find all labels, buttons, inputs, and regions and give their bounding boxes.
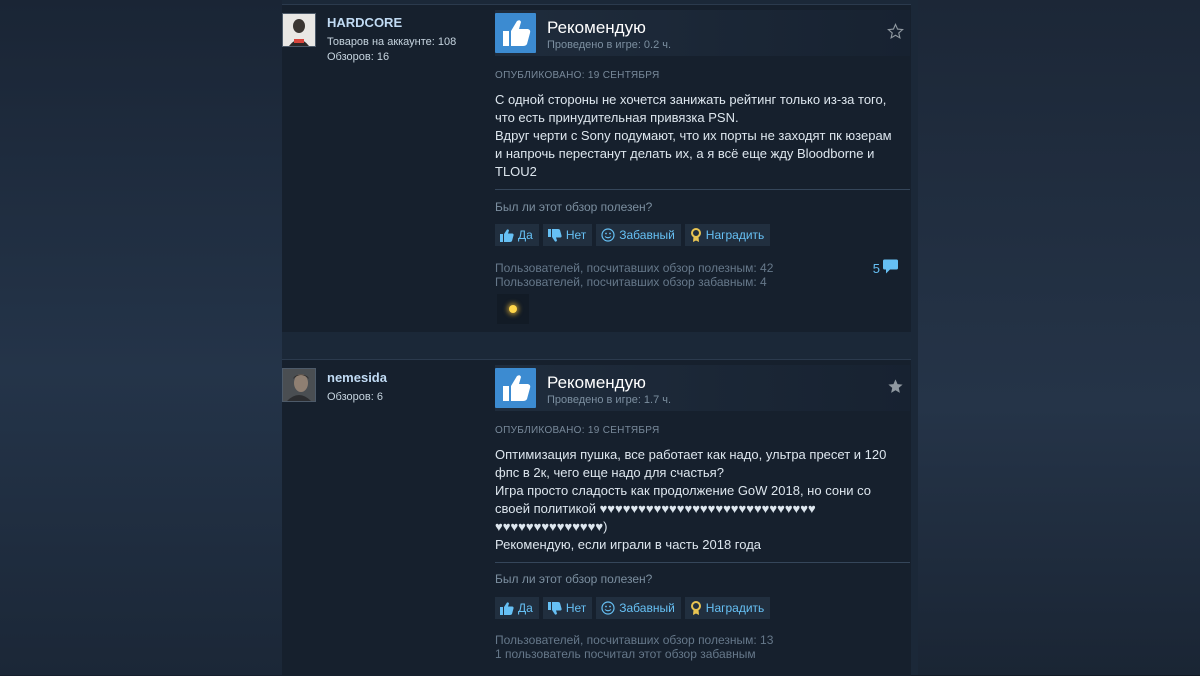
avatar[interactable] — [282, 13, 316, 47]
review-paragraph: Вдруг черти с Sony подумают, что их порт… — [495, 128, 892, 179]
background-right — [918, 0, 1200, 675]
author-products-count: Товаров на аккаунте: 108 — [327, 36, 457, 48]
comment-bubble-icon — [882, 259, 899, 278]
avatar[interactable] — [282, 368, 316, 402]
review-paragraph: Рекомендую, если играли в часть 2018 год… — [495, 537, 762, 552]
author-reviews-count: Обзоров: 6 — [327, 391, 383, 403]
vote-buttons: Да Нет Забавный Наградить — [495, 597, 771, 619]
divider — [495, 562, 910, 563]
smiley-icon — [601, 601, 615, 615]
thumbs-down-icon — [547, 601, 562, 615]
thumbs-up-icon — [495, 368, 536, 408]
review-stats: Пользователей, посчитавших обзор полезны… — [495, 261, 773, 289]
review-paragraph: С одной стороны не хочется занижать рейт… — [495, 92, 887, 125]
star-outline-icon[interactable] — [887, 23, 904, 45]
review-stats: Пользователей, посчитавших обзор полезны… — [495, 633, 773, 661]
thumbs-up-icon — [500, 228, 514, 242]
award-glow-icon — [509, 305, 517, 313]
award-button[interactable]: Наградить — [684, 224, 771, 246]
vote-funny-button[interactable]: Забавный — [596, 597, 681, 619]
comments-link[interactable]: 5 — [873, 259, 899, 278]
review-text: С одной стороны не хочется занижать рейт… — [495, 91, 895, 181]
thumbs-down-icon — [547, 228, 562, 242]
recommendation-header: Рекомендую Проведено в игре: 0.2 ч. — [495, 10, 910, 56]
award-badge[interactable] — [497, 294, 529, 324]
review-paragraph: Игра просто сладость как продолжение GoW… — [495, 483, 872, 534]
award-label: Наградить — [705, 601, 765, 615]
funny-count: 1 пользователь посчитал этот обзор забав… — [495, 647, 756, 661]
vote-yes-label: Да — [518, 601, 533, 615]
vote-no-label: Нет — [565, 228, 587, 242]
review-card: HARDCORE Товаров на аккаунте: 108 Обзоро… — [282, 4, 911, 333]
vote-no-label: Нет — [565, 601, 587, 615]
thumbs-up-icon — [495, 13, 536, 53]
helpful-question: Был ли этот обзор полезен? — [495, 200, 653, 214]
review-paragraph: Оптимизация пушка, все работает как надо… — [495, 447, 887, 480]
thumbs-up-icon — [500, 601, 514, 615]
posted-date: ОПУБЛИКОВАНО: 19 СЕНТЯБРЯ — [495, 425, 660, 436]
playtime: Проведено в игре: 1.7 ч. — [547, 394, 672, 406]
recommendation-header: Рекомендую Проведено в игре: 1.7 ч. — [495, 365, 910, 411]
comment-count: 5 — [872, 261, 880, 276]
review-text: Оптимизация пушка, все работает как надо… — [495, 446, 895, 554]
recommendation-label[interactable]: Рекомендую — [547, 373, 646, 393]
award-button[interactable]: Наградить — [684, 597, 771, 619]
author-name[interactable]: nemesida — [327, 370, 387, 385]
award-icon — [690, 227, 702, 243]
vote-funny-button[interactable]: Забавный — [596, 224, 681, 246]
divider — [495, 189, 910, 190]
smiley-icon — [601, 228, 615, 242]
author-name[interactable]: HARDCORE — [327, 15, 402, 30]
helpful-question: Был ли этот обзор полезен? — [495, 572, 653, 586]
vote-no-button[interactable]: Нет — [542, 224, 593, 246]
vote-yes-button[interactable]: Да — [495, 224, 539, 246]
playtime: Проведено в игре: 0.2 ч. — [547, 39, 672, 51]
posted-date: ОПУБЛИКОВАНО: 19 СЕНТЯБРЯ — [495, 70, 660, 81]
vote-buttons: Да Нет Забавный Наградить — [495, 224, 771, 246]
funny-count: Пользователей, посчитавших обзор забавны… — [495, 275, 767, 289]
award-icon — [690, 600, 702, 616]
review-card: nemesida Обзоров: 6 Рекомендую Проведено… — [282, 359, 911, 676]
vote-no-button[interactable]: Нет — [542, 597, 593, 619]
star-filled-icon[interactable] — [887, 378, 904, 400]
review-separator — [282, 332, 911, 359]
vote-yes-button[interactable]: Да — [495, 597, 539, 619]
vote-funny-label: Забавный — [619, 601, 675, 615]
recommendation-label[interactable]: Рекомендую — [547, 18, 646, 38]
vote-funny-label: Забавный — [619, 228, 675, 242]
background-left — [0, 0, 282, 675]
vote-yes-label: Да — [518, 228, 533, 242]
author-reviews-count: Обзоров: 16 — [327, 51, 390, 63]
helpful-count: Пользователей, посчитавших обзор полезны… — [495, 633, 774, 647]
award-label: Наградить — [705, 228, 765, 242]
helpful-count: Пользователей, посчитавших обзор полезны… — [495, 261, 774, 275]
